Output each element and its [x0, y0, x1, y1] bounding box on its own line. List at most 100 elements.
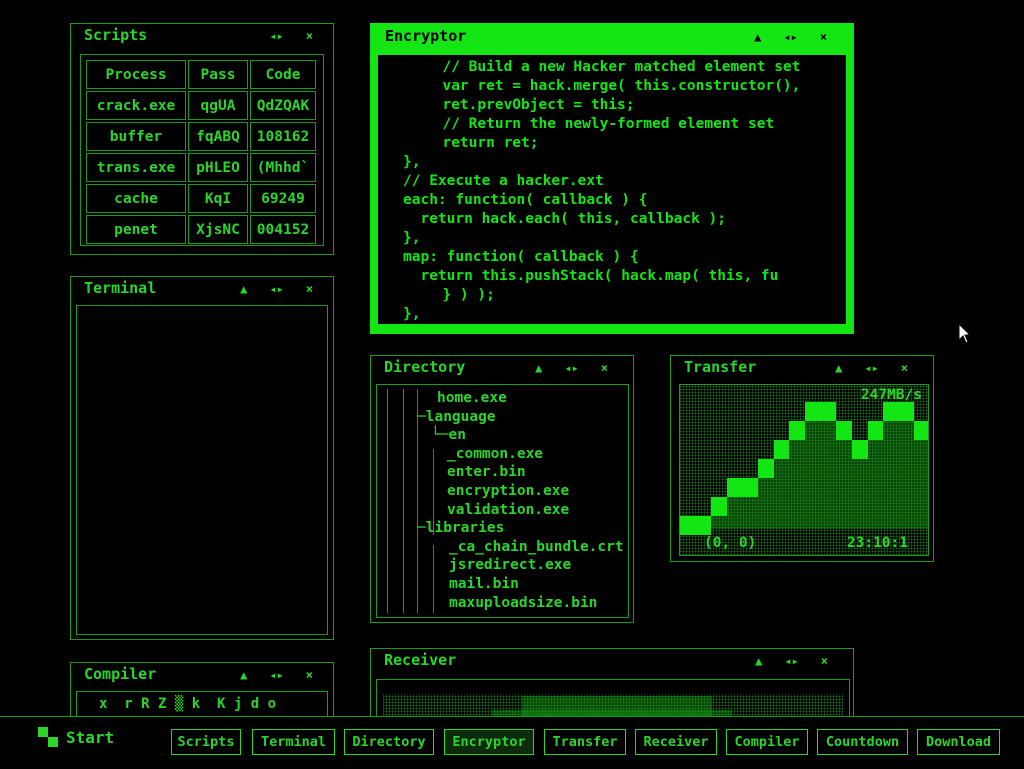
minimize-icon[interactable]: ▲	[835, 361, 842, 375]
code-line: },	[403, 306, 421, 322]
transfer-time: 23:10:1	[846, 535, 908, 551]
table-cell: trans.exe	[86, 153, 186, 182]
terminal-title: Terminal	[84, 279, 157, 297]
start-button[interactable]: Start	[38, 727, 114, 747]
tree-item[interactable]: _common.exe	[377, 445, 628, 464]
directory-window[interactable]: Directory ▲ ◂▸ × home.exe ─language └─en…	[370, 355, 634, 623]
process-table: Process Pass Code crack.exe qgUA QdZQAK …	[84, 58, 318, 245]
scripts-title: Scripts	[84, 26, 148, 44]
minimize-icon[interactable]: ▲	[535, 361, 542, 375]
resize-icon[interactable]: ◂▸	[269, 282, 283, 296]
resize-icon[interactable]: ◂▸	[864, 361, 878, 375]
terminal-output[interactable]	[76, 305, 328, 635]
close-icon[interactable]: ×	[820, 30, 827, 44]
code-line: return this.pushStack( hack.map( this, f…	[403, 268, 779, 284]
graph-column	[820, 402, 837, 529]
taskbar-button-compiler[interactable]: Compiler	[726, 729, 808, 755]
graph-bar	[758, 459, 774, 478]
graph-bars	[680, 385, 928, 555]
graph-bar	[851, 440, 868, 459]
table-cell: pHLEO	[188, 153, 248, 182]
table-row[interactable]: penet XjsNC 004152	[86, 215, 316, 244]
tree-item[interactable]: encryption.exe	[377, 482, 628, 501]
table-row[interactable]: cache KqI 69249	[86, 184, 316, 213]
tree-item[interactable]: home.exe	[377, 389, 628, 408]
resize-icon[interactable]: ◂▸	[783, 30, 797, 44]
close-icon[interactable]: ×	[306, 668, 313, 682]
close-icon[interactable]: ×	[821, 654, 828, 668]
encryptor-window[interactable]: Encryptor ▲ ◂▸ × // Build a new Hacker m…	[370, 23, 854, 334]
tree-folder[interactable]: ─language	[377, 408, 628, 427]
taskbar-button-download[interactable]: Download	[917, 729, 1000, 755]
transfer-speed: 247MB/s	[860, 387, 922, 403]
compiler-output: x r R Z ▒ k K j d o	[99, 696, 277, 712]
graph-bar	[914, 421, 928, 440]
taskbar-button-scripts[interactable]: Scripts	[171, 729, 241, 755]
code-line: return ret;	[425, 135, 539, 151]
table-row[interactable]: crack.exe qgUA QdZQAK	[86, 91, 316, 120]
tree-folder[interactable]: └─en	[377, 426, 628, 445]
code-line: // Build a new Hacker matched element se…	[425, 59, 801, 75]
table-cell: buffer	[86, 122, 186, 151]
code-line: var ret = hack.merge( this.constructor()…	[425, 78, 801, 94]
table-header: Process	[86, 60, 186, 89]
mouse-cursor-icon	[958, 323, 972, 344]
taskbar-button-countdown[interactable]: Countdown	[817, 729, 908, 755]
code-line: each: function( callback ) {	[403, 192, 648, 208]
table-cell: (Mhhd`	[250, 153, 316, 182]
resize-icon[interactable]: ◂▸	[564, 361, 578, 375]
graph-bar	[805, 402, 821, 421]
graph-bar	[726, 478, 743, 497]
code-line: map: function( callback ) {	[403, 249, 639, 265]
resize-icon[interactable]: ◂▸	[269, 29, 283, 43]
table-header: Pass	[188, 60, 248, 89]
tree-folder[interactable]: ─libraries	[377, 519, 628, 538]
minimize-icon[interactable]: ▲	[754, 30, 761, 44]
taskbar-button-terminal[interactable]: Terminal	[252, 729, 335, 755]
graph-column	[805, 402, 821, 529]
tree-item[interactable]: validation.exe	[377, 501, 628, 520]
table-cell: qgUA	[188, 91, 248, 120]
tree-item[interactable]: enter.bin	[377, 463, 628, 482]
compiler-title: Compiler	[84, 665, 157, 683]
table-row[interactable]: trans.exe pHLEO (Mhhd`	[86, 153, 316, 182]
graph-column	[898, 402, 915, 529]
graph-bar	[836, 421, 852, 440]
graph-bar	[789, 421, 805, 440]
code-line: // Execute a hacker.ext	[403, 173, 604, 189]
scripts-window[interactable]: Scripts ◂▸ × Process Pass Code crack.exe…	[70, 23, 334, 255]
terminal-window[interactable]: Terminal ▲ ◂▸ ×	[70, 276, 334, 640]
start-icon	[38, 727, 58, 747]
taskbar-button-directory[interactable]: Directory	[344, 729, 434, 755]
table-cell: 69249	[250, 184, 316, 213]
tree-item[interactable]: mail.bin	[377, 575, 628, 594]
table-cell: 108162	[250, 122, 316, 151]
tree-item[interactable]: _ca_chain_bundle.crt	[377, 538, 628, 557]
close-icon[interactable]: ×	[601, 361, 608, 375]
minimize-icon[interactable]: ▲	[240, 668, 247, 682]
directory-tree: home.exe ─language └─en _common.exe ente…	[377, 385, 628, 612]
table-row[interactable]: buffer fqABQ 108162	[86, 122, 316, 151]
transfer-graph: 247MB/s (0, 0) 23:10:1	[679, 384, 929, 556]
resize-icon[interactable]: ◂▸	[269, 668, 283, 682]
resize-icon[interactable]: ◂▸	[784, 654, 798, 668]
tree-item[interactable]: maxuploadsize.bin	[377, 594, 628, 613]
tree-item[interactable]: jsredirect.exe	[377, 556, 628, 575]
start-label: Start	[66, 727, 115, 747]
minimize-icon[interactable]: ▲	[755, 654, 762, 668]
transfer-title: Transfer	[684, 358, 757, 376]
directory-title: Directory	[384, 358, 466, 376]
close-icon[interactable]: ×	[306, 282, 313, 296]
taskbar-button-transfer[interactable]: Transfer	[544, 729, 626, 755]
code-line: return hack.each( this, callback );	[403, 211, 727, 227]
taskbar: Start Scripts Terminal Directory Encrypt…	[0, 716, 1024, 769]
minimize-icon[interactable]: ▲	[240, 282, 247, 296]
code-line: },	[403, 154, 421, 170]
table-cell: cache	[86, 184, 186, 213]
receiver-title: Receiver	[384, 651, 457, 669]
transfer-window[interactable]: Transfer ▲ ◂▸ × 247MB/s (0, 0) 23:10:1	[670, 355, 934, 562]
taskbar-button-receiver[interactable]: Receiver	[635, 729, 717, 755]
taskbar-button-encryptor[interactable]: Encryptor	[444, 729, 534, 755]
close-icon[interactable]: ×	[306, 29, 313, 43]
close-icon[interactable]: ×	[901, 361, 908, 375]
